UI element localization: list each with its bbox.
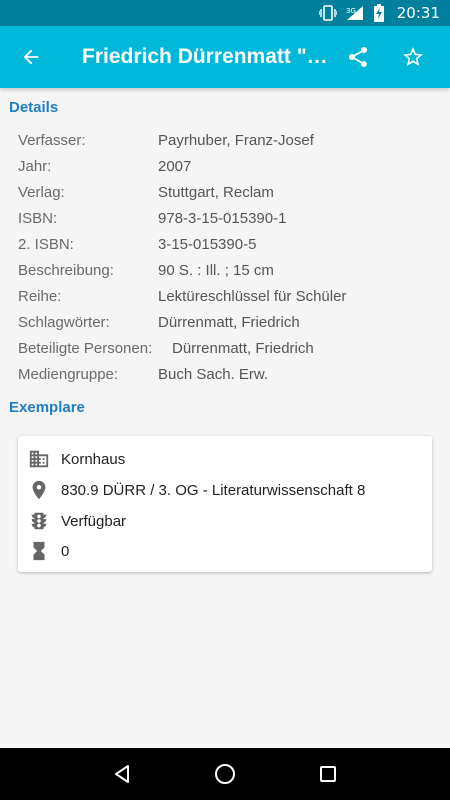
- detail-row-series: Reihe: Lektüreschlüssel für Schüler: [18, 283, 438, 309]
- network-label: 3G: [346, 7, 356, 15]
- detail-label: 2. ISBN:: [18, 235, 74, 253]
- status-time: 20:31: [396, 4, 440, 22]
- detail-label: Verfasser:: [18, 131, 86, 149]
- copy-location-row: 830.9 DÜRR / 3. OG - Literaturwissenscha…: [28, 476, 365, 504]
- detail-row-contributors: Beteiligte Personen: Dürrenmatt, Friedri…: [18, 335, 438, 361]
- detail-value: Lektüreschlüssel für Schüler: [158, 287, 347, 305]
- vibrate-icon: [318, 5, 337, 21]
- detail-row-publisher: Verlag: Stuttgart, Reclam: [18, 179, 438, 205]
- detail-label: ISBN:: [18, 209, 58, 227]
- detail-value: Dürrenmatt, Friedrich: [158, 313, 300, 331]
- detail-label: Mediengruppe:: [18, 365, 119, 383]
- back-button[interactable]: [0, 26, 62, 88]
- nav-home-button[interactable]: [205, 754, 245, 794]
- favorite-button[interactable]: [385, 26, 440, 88]
- detail-label: Beschreibung:: [18, 261, 114, 279]
- arrow-back-icon: [23, 49, 39, 65]
- copy-location: 830.9 DÜRR / 3. OG - Literaturwissenscha…: [61, 481, 366, 499]
- building-icon: [28, 448, 50, 470]
- detail-row-isbn: ISBN: 978-3-15-015390-1: [18, 205, 438, 231]
- detail-value: Stuttgart, Reclam: [158, 183, 274, 201]
- triangle-back-icon: [114, 765, 129, 783]
- nav-recents-button[interactable]: [308, 754, 348, 794]
- circle-home-icon: [214, 764, 235, 784]
- detail-value: Dürrenmatt, Friedrich: [172, 339, 314, 357]
- copy-reservations-row: 0: [28, 537, 69, 565]
- copy-reservations: 0: [61, 542, 70, 560]
- signal-3g-icon: 3G: [345, 5, 365, 21]
- detail-value: 90 S. : Ill. ; 15 cm: [158, 261, 274, 279]
- detail-label: Jahr:: [18, 157, 52, 175]
- detail-value: 978-3-15-015390-1: [158, 209, 287, 227]
- system-nav-bar: [0, 748, 450, 800]
- detail-label: Beteiligte Personen:: [18, 339, 153, 357]
- copy-branch: Kornhaus: [61, 450, 126, 468]
- content-area[interactable]: Details Verfasser: Payrhuber, Franz-Jose…: [0, 88, 450, 748]
- nav-back-button[interactable]: [102, 754, 142, 794]
- status-bar: 3G 20:31: [0, 0, 450, 26]
- detail-row-description: Beschreibung: 90 S. : Ill. ; 15 cm: [18, 257, 438, 283]
- hourglass-icon: [28, 540, 50, 562]
- share-button[interactable]: [330, 26, 385, 88]
- detail-label: Reihe:: [18, 287, 62, 305]
- copy-card[interactable]: Kornhaus 830.9 DÜRR / 3. OG - Literaturw…: [18, 436, 432, 572]
- traffic-light-icon: [28, 510, 50, 532]
- detail-value: 2007: [158, 157, 192, 175]
- detail-row-isbn2: 2. ISBN: 3-15-015390-5: [18, 231, 438, 257]
- detail-value: 3-15-015390-5: [158, 235, 257, 253]
- copy-branch-row: Kornhaus: [28, 445, 125, 473]
- detail-row-media-group: Mediengruppe: Buch Sach. Erw.: [18, 361, 438, 387]
- square-recents-icon: [320, 766, 337, 782]
- detail-value: Buch Sach. Erw.: [158, 365, 269, 383]
- detail-row-year: Jahr: 2007: [18, 153, 438, 179]
- copy-status-row: Verfügbar: [28, 507, 126, 535]
- share-icon: [348, 47, 367, 67]
- star-outline-icon: [402, 47, 423, 66]
- detail-value: Payrhuber, Franz-Josef: [158, 131, 314, 149]
- page-title: Friedrich Dürrenmatt "Der Besuch der alt…: [82, 45, 330, 68]
- location-pin-icon: [28, 479, 50, 501]
- detail-row-author: Verfasser: Payrhuber, Franz-Josef: [18, 127, 438, 153]
- app-bar: Friedrich Dürrenmatt "Der Besuch der alt…: [0, 26, 450, 88]
- detail-row-keywords: Schlagwörter: Dürrenmatt, Friedrich: [18, 309, 438, 335]
- details-section-title: Details: [9, 99, 59, 116]
- battery-charging-icon: [373, 4, 385, 22]
- detail-label: Verlag:: [18, 183, 65, 201]
- copy-status: Verfügbar: [61, 512, 127, 530]
- detail-label: Schlagwörter:: [18, 313, 110, 331]
- copies-section-title: Exemplare: [9, 399, 85, 416]
